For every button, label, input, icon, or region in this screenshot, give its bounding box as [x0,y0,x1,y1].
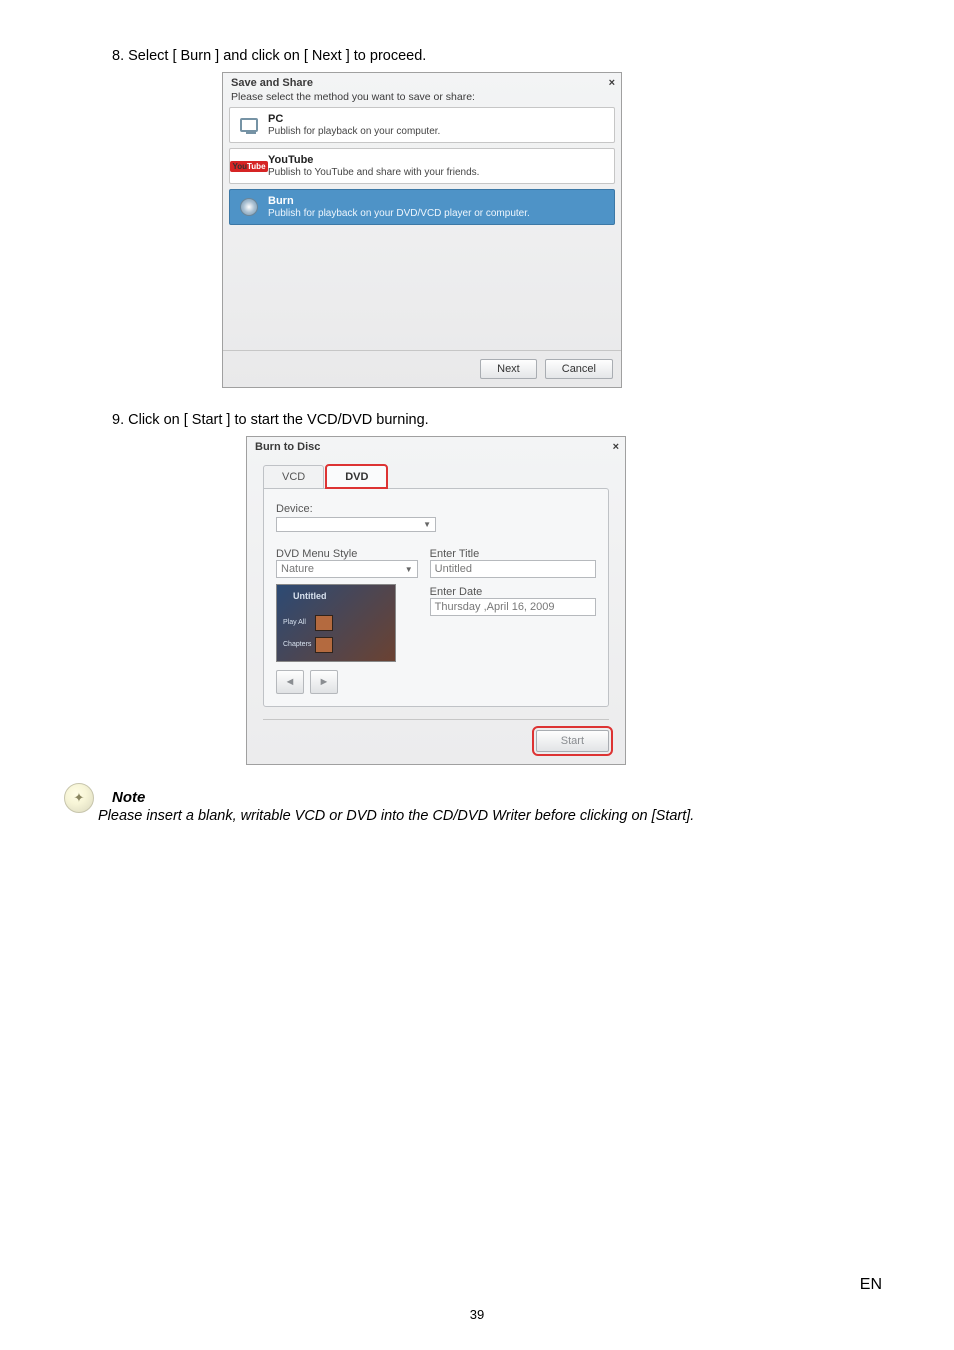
burn-disc-dialog: Burn to Disc × VCD DVD Device: ▼ DVD Men… [246,436,626,765]
menu-preview: Untitled Play All Chapters [276,584,396,662]
tab-dvd[interactable]: DVD [326,465,387,488]
note-icon: ✦ [64,783,94,813]
yt-black: You [232,162,247,171]
chevron-down-icon: ▼ [423,520,431,529]
start-button[interactable]: Start [536,730,609,752]
option-burn[interactable]: Burn Publish for playback on your DVD/VC… [229,189,615,225]
menu-style-label: DVD Menu Style [276,548,418,560]
close-icon[interactable]: × [613,441,619,453]
date-input[interactable]: Thursday ,April 16, 2009 [430,598,596,616]
pc-icon [238,114,260,136]
preview-chapters: Chapters [283,641,311,648]
save-share-dialog: Save and Share × Please select the metho… [222,72,622,388]
yt-red: Tube [247,162,266,171]
disc-icon [238,196,260,218]
title-input[interactable]: Untitled [430,560,596,578]
dialog-title: Save and Share [231,77,313,89]
device-label: Device: [276,503,596,515]
device-select[interactable]: ▼ [276,517,436,532]
option-yt-title: YouTube [268,154,479,166]
step8-text: 8. Select [ Burn ] and click on [ Next ]… [112,48,882,64]
option-pc-title: PC [268,113,440,125]
option-youtube[interactable]: YouTube YouTube Publish to YouTube and s… [229,148,615,184]
title-value: Untitled [435,563,472,575]
prev-style-button[interactable]: ◄ [276,670,304,694]
option-burn-title: Burn [268,195,530,207]
burn-dialog-title: Burn to Disc [255,441,320,453]
note-body: Please insert a blank, writable VCD or D… [98,808,694,824]
tab-vcd[interactable]: VCD [263,465,324,488]
enter-title-label: Enter Title [430,548,596,560]
option-burn-desc: Publish for playback on your DVD/VCD pla… [268,208,530,219]
option-yt-desc: Publish to YouTube and share with your f… [268,167,479,178]
menu-style-value: Nature [281,563,314,575]
note-heading: Note [112,789,694,806]
menu-style-select[interactable]: Nature ▼ [276,560,418,578]
dialog-subtitle: Please select the method you want to sav… [223,91,621,107]
next-button[interactable]: Next [480,359,537,379]
step9-text: 9. Click on [ Start ] to start the VCD/D… [112,412,882,428]
option-pc[interactable]: PC Publish for playback on your computer… [229,107,615,143]
close-icon[interactable]: × [609,77,615,89]
page-number: 39 [0,1307,954,1322]
date-value: Thursday ,April 16, 2009 [435,601,555,613]
next-style-button[interactable]: ► [310,670,338,694]
youtube-icon: YouTube [238,155,260,177]
option-pc-desc: Publish for playback on your computer. [268,126,440,137]
chevron-down-icon: ▼ [405,565,413,574]
dvd-panel: Device: ▼ DVD Menu Style Nature ▼ Untitl… [263,488,609,707]
cancel-button[interactable]: Cancel [545,359,613,379]
preview-play: Play All [283,619,306,626]
preview-title: Untitled [293,591,327,601]
enter-date-label: Enter Date [430,586,596,598]
language-indicator: EN [860,1276,882,1294]
